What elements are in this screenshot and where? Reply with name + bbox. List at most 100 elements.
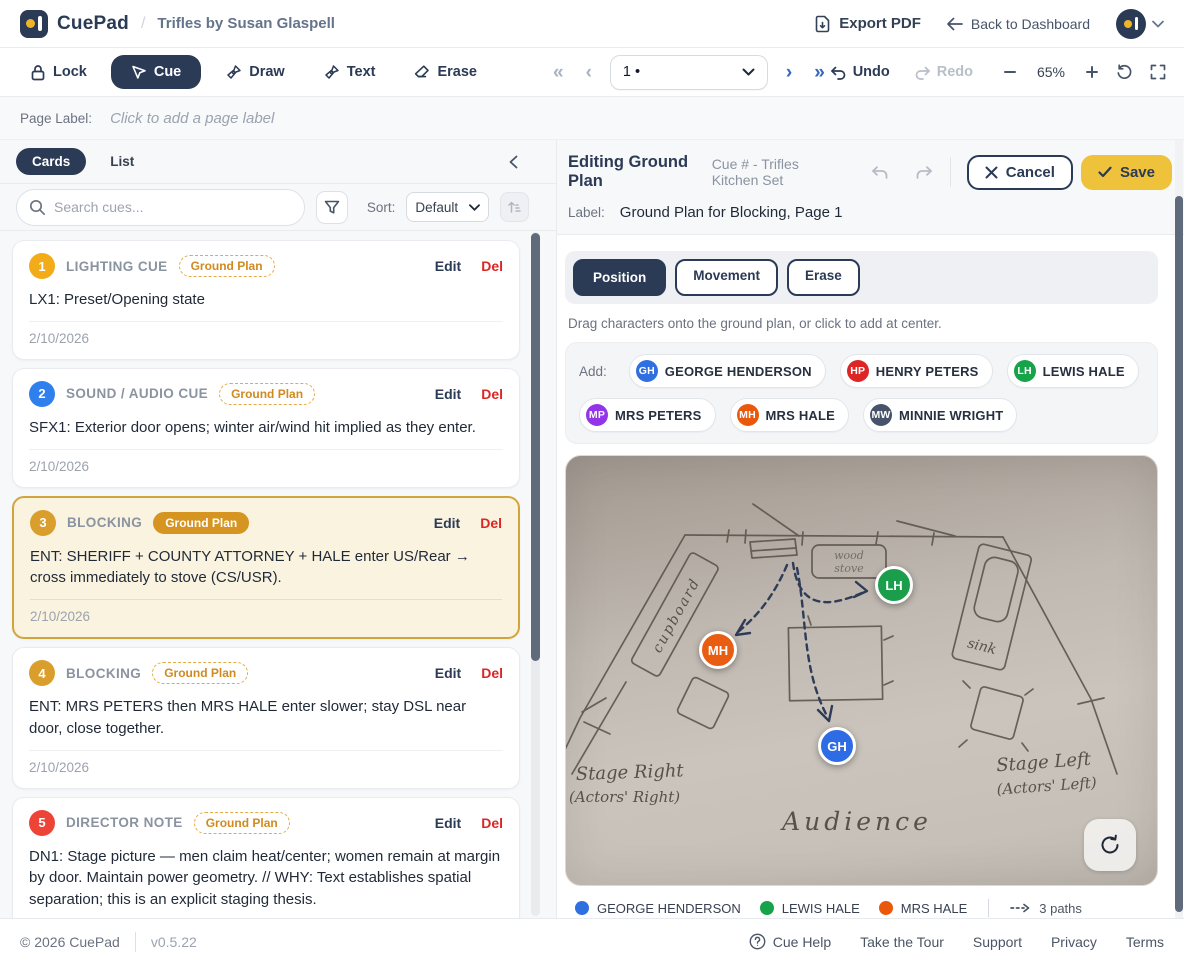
character-chip-minnie-wright[interactable]: MW MINNIE WRIGHT [863, 398, 1017, 432]
fullscreen-button[interactable] [1150, 64, 1166, 80]
edit-cue-button[interactable]: Edit [435, 258, 461, 274]
eraser-icon [413, 64, 430, 80]
cue-number-badge: 2 [29, 381, 55, 407]
label-field-caption: Label: [568, 205, 605, 220]
tool-lock-button[interactable]: Lock [16, 56, 101, 89]
mode-tab-movement[interactable]: Movement [675, 259, 778, 296]
cue-card-1[interactable]: 1 LIGHTING CUE Ground Plan Edit Del LX1:… [12, 240, 520, 360]
editor-scrollbar-thumb[interactable] [1175, 196, 1183, 912]
footer-link-support[interactable]: Support [973, 934, 1022, 950]
save-button[interactable]: Save [1081, 155, 1172, 190]
first-page-button[interactable]: « [549, 63, 568, 82]
sort-label: Sort: [367, 200, 396, 215]
character-chip-mrs-peters[interactable]: MP MRS PETERS [579, 398, 716, 432]
editor-scrollbar [1175, 140, 1183, 918]
export-pdf-button[interactable]: Export PDF [814, 15, 921, 33]
ground-plan-badge: Ground Plan [152, 662, 248, 684]
label-stage-right: Stage Right [575, 760, 684, 785]
tab-list[interactable]: List [94, 148, 150, 175]
character-avatar: HP [847, 360, 869, 382]
delete-cue-button[interactable]: Del [481, 258, 503, 274]
delete-cue-button[interactable]: Del [481, 815, 503, 831]
cue-date: 2/10/2026 [29, 459, 89, 474]
tool-erase-label: Erase [437, 64, 477, 80]
ground-plan-canvas[interactable]: wood stove cupboard sink Stage Right (Ac… [565, 455, 1158, 886]
edit-cue-button[interactable]: Edit [435, 665, 461, 681]
back-to-dashboard-link[interactable]: Back to Dashboard [947, 16, 1090, 32]
rotate-plan-button[interactable] [1084, 819, 1136, 871]
undo-button[interactable]: Undo [830, 64, 890, 80]
ground-plan-sketch: wood stove cupboard sink Stage Right (Ac… [566, 456, 1158, 886]
sort-direction-button[interactable] [500, 192, 529, 222]
add-label: Add: [579, 364, 607, 379]
cue-card-3-selected[interactable]: 3 BLOCKING Ground Plan Edit Del ENT: SHE… [12, 496, 520, 640]
footer-link-take-the-tour[interactable]: Take the Tour [860, 934, 944, 950]
prev-page-button[interactable]: ‹ [582, 63, 596, 82]
footer-link-label: Take the Tour [860, 934, 944, 950]
character-chip-henry-peters[interactable]: HP HENRY PETERS [840, 354, 993, 388]
character-name: MINNIE WRIGHT [899, 408, 1003, 423]
sidebar-collapse-button[interactable] [509, 155, 518, 169]
character-avatar: GH [636, 360, 658, 382]
delete-cue-button[interactable]: Del [481, 665, 503, 681]
mode-tab-bar: Position Movement Erase [565, 251, 1158, 304]
page-label-bar: Page Label: Click to add a page label [0, 97, 1184, 140]
page-label-input[interactable]: Click to add a page label [110, 110, 274, 127]
cue-card-2[interactable]: 2 SOUND / AUDIO CUE Ground Plan Edit Del… [12, 368, 520, 488]
edit-cue-button[interactable]: Edit [435, 386, 461, 402]
tab-cards[interactable]: Cards [16, 148, 86, 175]
tool-text-button[interactable]: Text [309, 56, 390, 89]
zoom-out-button[interactable] [1003, 65, 1017, 79]
tool-erase-button[interactable]: Erase [399, 56, 491, 88]
marker-mrs-hale[interactable]: MH [699, 631, 737, 669]
character-chip-lewis-hale[interactable]: LH LEWIS HALE [1007, 354, 1139, 388]
label-stage-left: Stage Left [996, 749, 1093, 777]
back-to-dashboard-label: Back to Dashboard [971, 16, 1090, 32]
cancel-button[interactable]: Cancel [967, 155, 1073, 190]
tool-lock-label: Lock [53, 64, 87, 80]
sidebar-scrollbar-thumb[interactable] [531, 233, 540, 661]
cancel-label: Cancel [1006, 164, 1055, 181]
zoom-in-button[interactable] [1085, 65, 1099, 79]
editor-undo-button[interactable] [870, 165, 889, 180]
ground-plan-badge: Ground Plan [194, 812, 290, 834]
tool-draw-label: Draw [249, 64, 284, 80]
tool-draw-button[interactable]: Draw [211, 56, 298, 89]
delete-cue-button[interactable]: Del [480, 515, 502, 531]
last-page-button[interactable]: » [810, 63, 829, 82]
character-chip-george-henderson[interactable]: GH GEORGE HENDERSON [629, 354, 826, 388]
marker-lewis-hale[interactable]: LH [875, 566, 913, 604]
arrow-left-icon [947, 17, 963, 31]
mode-tab-erase[interactable]: Erase [787, 259, 860, 296]
export-pdf-icon [814, 15, 831, 33]
legend-item: MRS HALE [879, 901, 967, 916]
redo-button[interactable]: Redo [914, 64, 973, 80]
page-select[interactable]: 1 • [610, 55, 768, 90]
marker-george-henderson[interactable]: GH [818, 727, 856, 765]
tool-cue-button[interactable]: Cue [111, 55, 201, 89]
mode-tab-position[interactable]: Position [573, 259, 666, 296]
label-field-value[interactable]: Ground Plan for Blocking, Page 1 [620, 204, 843, 221]
character-chip-mrs-hale[interactable]: MH MRS HALE [730, 398, 850, 432]
legend-name: LEWIS HALE [782, 901, 860, 916]
user-menu[interactable] [1116, 9, 1164, 39]
filter-button[interactable] [316, 191, 348, 224]
cue-card-4[interactable]: 4 BLOCKING Ground Plan Edit Del ENT: MRS… [12, 647, 520, 789]
reset-view-button[interactable] [1116, 64, 1133, 81]
edit-cue-button[interactable]: Edit [434, 515, 460, 531]
footer-link-cue-help[interactable]: Cue Help [749, 933, 831, 950]
avatar-bar [1135, 17, 1139, 30]
editor-redo-button[interactable] [915, 165, 934, 180]
app-logo-icon[interactable] [20, 10, 48, 38]
next-page-button[interactable]: › [782, 63, 796, 82]
search-input[interactable] [16, 189, 305, 226]
cue-card-5[interactable]: 5 DIRECTOR NOTE Ground Plan Edit Del DN1… [12, 797, 520, 919]
footer-link-terms[interactable]: Terms [1126, 934, 1164, 950]
edit-cue-button[interactable]: Edit [435, 815, 461, 831]
sort-select[interactable]: Default [406, 192, 488, 222]
footer-link-privacy[interactable]: Privacy [1051, 934, 1097, 950]
cue-number-badge: 3 [30, 510, 56, 536]
delete-cue-button[interactable]: Del [481, 386, 503, 402]
character-name: LEWIS HALE [1043, 364, 1125, 379]
save-label: Save [1120, 164, 1155, 181]
